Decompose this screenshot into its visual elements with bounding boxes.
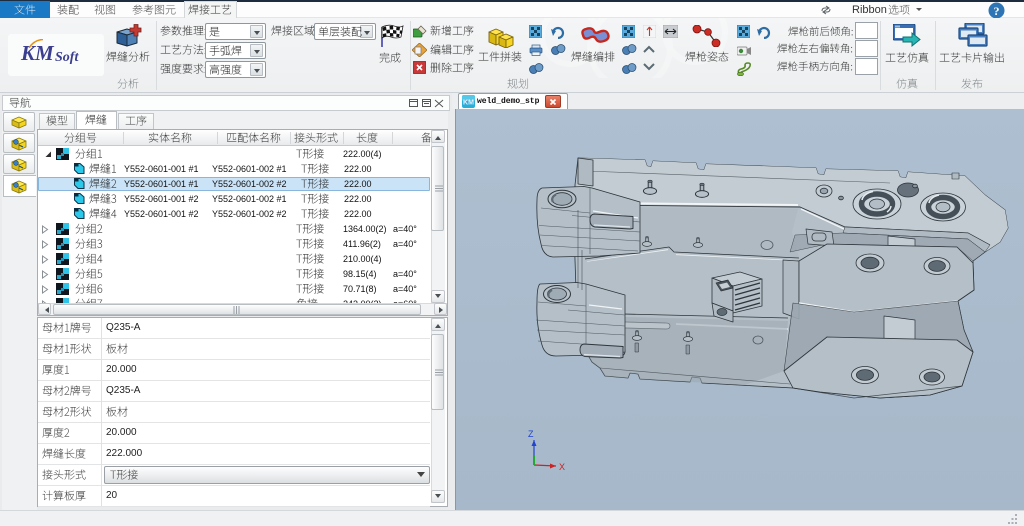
svg-text:Z: Z <box>528 429 534 439</box>
svg-text:?: ? <box>994 4 1000 18</box>
svg-text:X: X <box>559 462 565 472</box>
svg-text:KM: KM <box>463 100 474 107</box>
